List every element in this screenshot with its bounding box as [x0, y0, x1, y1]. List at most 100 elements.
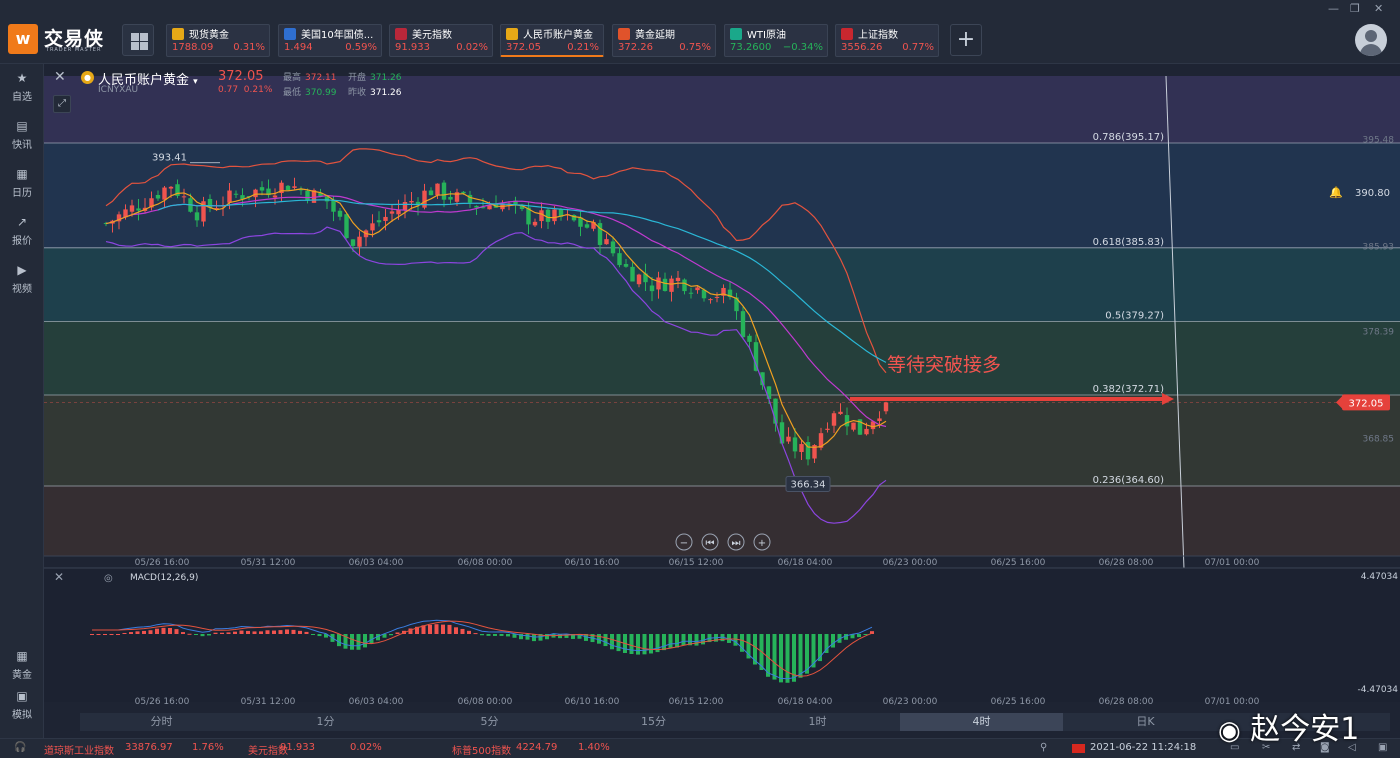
draw-tool-icon[interactable]: ⤢	[53, 95, 71, 113]
layout-grid-button[interactable]	[122, 24, 154, 56]
macd-bar	[109, 634, 114, 635]
ticker-card[interactable]: 黄金延期 372.26 0.75%	[612, 24, 716, 57]
nav-label: 黄金	[12, 670, 32, 681]
date-tick: 06/03 04:00	[349, 558, 404, 568]
nav-item-1[interactable]: ★ 自选	[0, 66, 44, 110]
macd-bar	[733, 634, 738, 646]
symbol-price: 372.05	[218, 69, 264, 84]
date-tick: 06/18 04:00	[778, 558, 833, 568]
nav-item-3[interactable]: ▦ 日历	[0, 162, 44, 206]
macd-bar	[493, 634, 497, 636]
macd-bar	[181, 632, 185, 634]
macd-bar	[142, 630, 146, 634]
logo-badge: w	[8, 24, 38, 54]
macd-bar	[506, 634, 510, 637]
candle-body	[487, 205, 492, 210]
ticker-card[interactable]: 人民币账户黄金 372.05 0.21%	[500, 24, 604, 57]
restore-icon[interactable]: ❐	[1350, 2, 1360, 15]
ticker-price: 91.933	[395, 42, 430, 53]
grid-cell-icon	[140, 42, 148, 50]
macd-bar	[135, 631, 140, 634]
chevron-down-icon: ▾	[193, 77, 198, 87]
candle-body	[649, 285, 655, 292]
candle-body	[129, 205, 135, 212]
left-nav: ★ 自选 ▤ 快讯 ▦ 日历 ↗ 报价 ▶ 视频 ▦ 黄金 ▣ 模拟	[0, 64, 44, 738]
signal-icon[interactable]: ⚲	[1040, 742, 1047, 753]
macd-bar	[441, 624, 445, 634]
calendar-icon: ▦	[16, 167, 28, 181]
nav-item-2[interactable]: ▤ 快讯	[0, 114, 44, 158]
stat-high-label: 最高	[283, 73, 302, 83]
macd-bar	[798, 634, 803, 678]
zoom-out-icon-glyph: −	[680, 538, 688, 549]
timeframe-tab[interactable]: 4时	[900, 713, 1063, 731]
stat-high-value: 372.11	[305, 73, 337, 83]
symbol-change: 0.77 0.21%	[218, 85, 272, 95]
nav-item-4[interactable]: ↗ 报价	[0, 210, 44, 254]
candle-body	[194, 212, 200, 221]
macd-bar	[467, 630, 471, 634]
candle-body	[272, 195, 278, 198]
ticker-card[interactable]: 美国10年国债... 1.494 0.59%	[278, 24, 382, 57]
ticker-name: 美国10年国债...	[301, 30, 374, 41]
date-tick: 06/15 12:00	[669, 558, 724, 568]
candle-body	[610, 241, 616, 254]
macd-bar	[272, 630, 276, 634]
lock-icon[interactable]: ▣	[1378, 742, 1387, 753]
price-axis-tick: 395.48	[1363, 136, 1395, 146]
macd-bar	[389, 634, 393, 636]
ticker-card[interactable]: 美元指数 91.933 0.02%	[389, 24, 493, 57]
candle-body	[532, 221, 538, 226]
candle-body	[617, 253, 622, 266]
timeframe-tab[interactable]: 日K	[1064, 713, 1227, 731]
candle-body	[545, 209, 551, 222]
macd-settings-icon[interactable]: ◎	[104, 573, 113, 584]
status-bar: 🎧 道琼斯工业指数 33876.97 1.76% 美元指数 91.933 0.02% 标普5…	[0, 738, 1400, 758]
fib-level-label: 0.786(395.17)	[1093, 132, 1165, 143]
price-axis-tick: 368.85	[1363, 434, 1395, 444]
grid-cell-icon	[131, 33, 139, 41]
ticker-card[interactable]: WTI原油 73.2600 −0.34%	[724, 24, 828, 57]
macd-close-icon[interactable]: ✕	[54, 570, 64, 584]
candle-body	[753, 342, 759, 371]
timeframe-tab[interactable]: 1分	[244, 713, 407, 731]
status-index-name[interactable]: 标普500指数	[452, 742, 511, 757]
chart-area[interactable]: 0.786(395.17) 0.618(385.83) 0.5(379.27) 0.3…	[44, 64, 1400, 738]
close-window-icon[interactable]: ✕	[1374, 2, 1383, 15]
ticker-change: −0.34%	[782, 42, 823, 53]
macd-bar	[213, 632, 218, 634]
macd-bar	[610, 634, 614, 650]
candle-body	[604, 239, 609, 245]
candle-body	[623, 264, 629, 267]
ticker-price: 1788.09	[172, 42, 214, 53]
candle-body	[474, 205, 479, 208]
macd-bar	[681, 634, 686, 646]
macd-date-tick: 06/25 16:00	[991, 697, 1046, 707]
stat-low: 最低 370.99	[283, 85, 337, 98]
candle-body	[428, 190, 434, 196]
nav-bottom-item-2[interactable]: ▣ 模拟	[0, 684, 44, 728]
minimize-icon[interactable]: —	[1328, 2, 1339, 15]
ticker-card[interactable]: 上证指数 3556.26 0.77%	[835, 24, 939, 57]
macd-date-tick: 05/26 16:00	[135, 697, 190, 707]
headset-icon[interactable]: 🎧	[14, 742, 26, 753]
close-chart-icon[interactable]: ✕	[54, 70, 70, 86]
user-avatar[interactable]	[1355, 24, 1387, 56]
timeframe-tab[interactable]: 1时	[736, 713, 899, 731]
add-ticker-button[interactable]: +	[950, 24, 982, 56]
candle-body	[786, 436, 791, 442]
nav-item-5[interactable]: ▶ 视频	[0, 258, 44, 302]
macd-bar	[395, 632, 400, 634]
status-index-name[interactable]: 道琼斯工业指数	[44, 742, 114, 757]
watermark-text: 赵今安1	[1250, 712, 1360, 747]
weibo-logo-icon: ◉	[1218, 716, 1241, 746]
timeframe-tab[interactable]: 5分	[408, 713, 571, 731]
macd-bar	[616, 634, 621, 652]
candle-body	[877, 418, 882, 421]
oil-drop-icon	[730, 28, 742, 40]
price-chart[interactable]: 0.786(395.17) 0.618(385.83) 0.5(379.27) 0.3…	[44, 64, 1400, 738]
timeframe-tab[interactable]: 分时	[80, 713, 243, 731]
timeframe-tab[interactable]: 15分	[572, 713, 735, 731]
ticker-card[interactable]: 现货黄金 1788.09 0.31%	[166, 24, 270, 57]
nav-bottom-item-1[interactable]: ▦ 黄金	[0, 644, 44, 688]
